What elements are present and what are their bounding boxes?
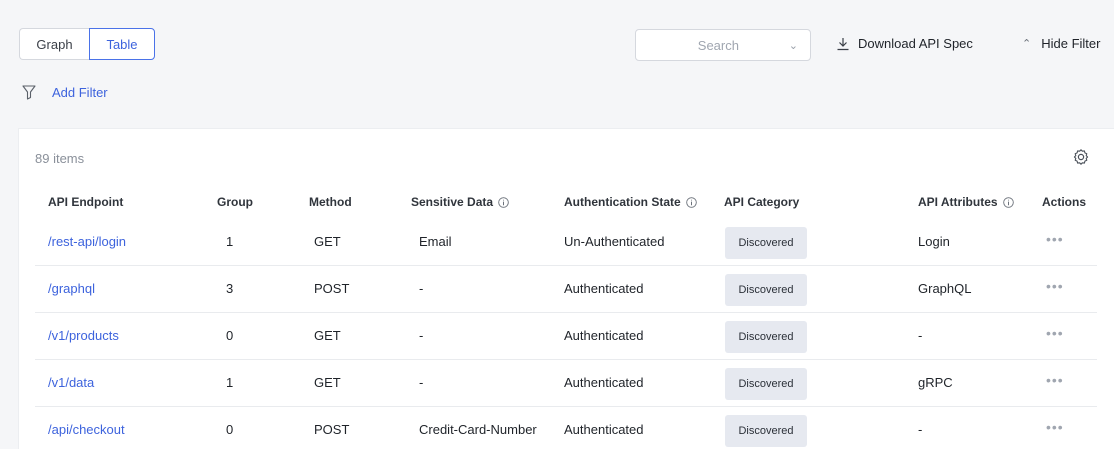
sensitive-data-cell: Credit-Card-Number	[419, 422, 537, 437]
endpoint-link[interactable]: /v1/data	[48, 375, 94, 390]
table-row[interactable]: /v1/products 0 GET - Authenticated Disco…	[35, 313, 1097, 360]
api-category-badge: Discovered	[725, 321, 807, 353]
method-cell: GET	[314, 234, 341, 249]
column-header-endpoint[interactable]: API Endpoint	[48, 195, 123, 209]
search-select[interactable]: Search ⌄	[635, 29, 811, 61]
download-api-spec-button[interactable]: Download API Spec	[836, 36, 973, 51]
auth-state-cell: Authenticated	[564, 281, 644, 296]
api-category-badge: Discovered	[725, 415, 807, 447]
endpoint-link[interactable]: /graphql	[48, 281, 95, 296]
api-attributes-cell: -	[918, 328, 923, 343]
group-cell: 0	[226, 422, 234, 437]
graph-view-button[interactable]: Graph	[19, 28, 89, 60]
info-icon[interactable]	[1002, 196, 1014, 208]
group-cell: 1	[226, 234, 234, 249]
sensitive-data-cell: -	[419, 328, 424, 343]
method-cell: POST	[314, 281, 350, 296]
search-placeholder: Search	[697, 37, 739, 53]
table-row[interactable]: /api/checkout 0 POST Credit-Card-Number …	[35, 407, 1097, 449]
api-attributes-cell: GraphQL	[918, 281, 972, 296]
api-category-badge: Discovered	[725, 368, 807, 400]
table-row[interactable]: /rest-api/login 1 GET Email Un-Authentic…	[35, 219, 1097, 266]
hide-filter-label: Hide Filter	[1041, 36, 1101, 51]
group-cell: 1	[226, 375, 234, 390]
api-category-badge: Discovered	[725, 227, 807, 259]
column-header-api-attributes[interactable]: API Attributes	[918, 195, 1014, 209]
auth-state-cell: Authenticated	[564, 375, 644, 390]
info-icon[interactable]	[685, 196, 697, 208]
sensitive-data-cell: Email	[419, 234, 452, 249]
column-header-api-category[interactable]: API Category	[724, 195, 799, 209]
column-header-actions: Actions	[1042, 195, 1087, 209]
column-header-group[interactable]: Group	[217, 195, 253, 209]
gear-icon[interactable]	[1072, 148, 1090, 166]
hide-filter-button[interactable]: ⌃ Hide Filter	[1022, 36, 1100, 51]
api-attributes-cell: -	[918, 422, 923, 437]
row-actions-menu[interactable]: •••	[1046, 278, 1064, 294]
endpoint-link[interactable]: /rest-api/login	[48, 234, 126, 249]
sensitive-data-cell: -	[419, 375, 424, 390]
download-icon	[837, 37, 849, 50]
group-cell: 3	[226, 281, 234, 296]
download-label: Download API Spec	[858, 36, 973, 51]
row-actions-menu[interactable]: •••	[1046, 419, 1064, 435]
filter-icon	[22, 85, 36, 100]
column-header-sensitive-data[interactable]: Sensitive Data	[411, 195, 509, 209]
auth-state-cell: Un-Authenticated	[564, 234, 665, 249]
column-header-authentication-state[interactable]: Authentication State	[564, 195, 697, 209]
api-table-panel: 89 items API Endpoint Group Method Sensi…	[18, 128, 1114, 449]
api-category-badge: Discovered	[725, 274, 807, 306]
group-cell: 0	[226, 328, 234, 343]
row-actions-menu[interactable]: •••	[1046, 231, 1064, 247]
chevron-down-icon: ⌄	[788, 39, 798, 52]
row-actions-menu[interactable]: •••	[1046, 372, 1064, 388]
table-row[interactable]: /graphql 3 POST - Authenticated Discover…	[35, 266, 1097, 313]
sensitive-data-cell: -	[419, 281, 424, 296]
endpoint-link[interactable]: /v1/products	[48, 328, 119, 343]
column-header-method[interactable]: Method	[309, 195, 352, 209]
auth-state-cell: Authenticated	[564, 328, 644, 343]
chevron-up-icon: ⌃	[1022, 38, 1032, 50]
api-attributes-cell: Login	[918, 234, 950, 249]
auth-state-cell: Authenticated	[564, 422, 644, 437]
view-toggle: Graph Table	[19, 28, 155, 60]
method-cell: POST	[314, 422, 350, 437]
table-row[interactable]: /v1/data 1 GET - Authenticated Discovere…	[35, 360, 1097, 407]
api-attributes-cell: gRPC	[918, 375, 953, 390]
items-count: 89 items	[35, 151, 85, 166]
table-header: API Endpoint Group Method Sensitive Data…	[19, 186, 1114, 218]
endpoint-link[interactable]: /api/checkout	[48, 422, 125, 437]
table-view-button[interactable]: Table	[89, 28, 155, 60]
add-filter-label: Add Filter	[52, 84, 108, 100]
add-filter-button[interactable]: Add Filter	[22, 84, 108, 100]
row-actions-menu[interactable]: •••	[1046, 325, 1064, 341]
method-cell: GET	[314, 328, 341, 343]
info-icon[interactable]	[498, 196, 509, 208]
method-cell: GET	[314, 375, 341, 390]
